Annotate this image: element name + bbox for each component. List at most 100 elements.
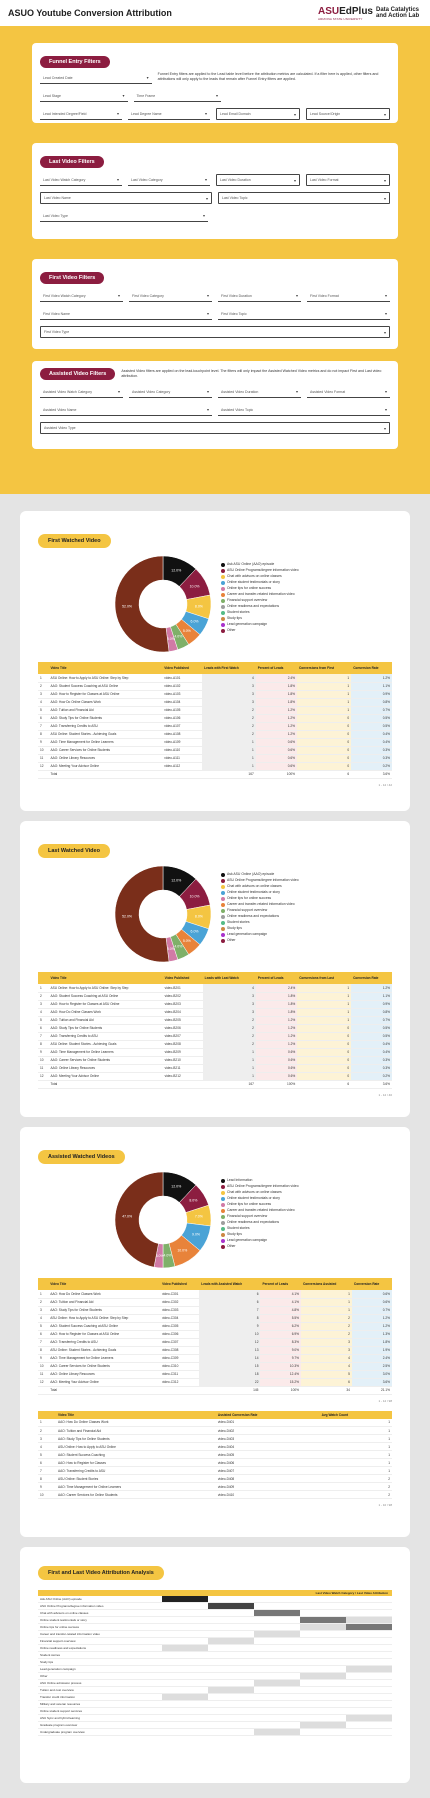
legend-item[interactable]: Career and transfer-related information …: [221, 1208, 317, 1213]
table-row[interactable]: 5 AAO: Tuition and Financial Aid video-A10…: [38, 706, 392, 715]
column-header[interactable]: Leads with First Watch: [202, 662, 256, 674]
matrix-row[interactable]: Graduate program overview: [38, 1721, 392, 1729]
last-video-duration-dropdown[interactable]: Last Video Duration ▾: [216, 174, 300, 186]
legend-item[interactable]: Online student testimonials or story: [221, 580, 317, 585]
table-row[interactable]: 10 AAO: Career Services for Online Studen…: [38, 1490, 392, 1499]
matrix-row[interactable]: Chat with advisors on online classes: [38, 1609, 392, 1617]
table-row[interactable]: 3 AAO: Study Tips for Online Students vide…: [38, 1434, 392, 1443]
table-row[interactable]: 1 AAO: How Do Online Classes Work video-C3…: [38, 1290, 392, 1299]
last-video-category-dropdown[interactable]: Last Video Category ▾: [128, 174, 210, 186]
legend-item[interactable]: Online readiness and expectations: [221, 604, 317, 609]
column-header[interactable]: Leads with Assisted Watch: [199, 1278, 261, 1290]
column-header[interactable]: Conversion Rate: [351, 972, 392, 984]
matrix-row[interactable]: Lead generation campaign: [38, 1665, 392, 1673]
legend-item[interactable]: Chat with advisors on online classes: [221, 1190, 317, 1195]
assisted-video-category-dropdown[interactable]: Assisted Video Category ▾: [129, 386, 212, 398]
table-row[interactable]: 2 AAO: Tuition and Financial Aid video-D40…: [38, 1426, 392, 1435]
table-pager[interactable]: 1 - 12 / 40: [38, 1093, 392, 1097]
table-row[interactable]: 7 AAO: Transferring Credits to ASU video-A…: [38, 722, 392, 731]
matrix-row[interactable]: Online readiness and expectations: [38, 1644, 392, 1652]
first-video-watch-category-dropdown[interactable]: First Video Watch Category ▾: [40, 290, 123, 302]
table-row[interactable]: 5 AAO: Tuition and Financial Aid video-B20…: [38, 1016, 392, 1025]
table-pager[interactable]: 1 - 12 / 42: [38, 783, 392, 787]
table-row[interactable]: 4 ASU Online: How to Apply to ASU Online:…: [38, 1314, 392, 1323]
assisted-video-format-dropdown[interactable]: Assisted Video Format ▾: [307, 386, 390, 398]
pie-slice[interactable]: [114, 1171, 164, 1268]
first-video-format-dropdown[interactable]: First Video Format ▾: [307, 290, 390, 302]
first-video-type-dropdown[interactable]: First Video Type ▾: [40, 326, 390, 338]
table-row[interactable]: 9 AAO: Time Management for Online Learner…: [38, 1482, 392, 1491]
legend-item[interactable]: Online student testimonials or story: [221, 890, 317, 895]
lead-degree-field-dropdown[interactable]: Lead Intended Degree/Field ▾: [40, 108, 122, 120]
table-row[interactable]: 8 ASU Online: Student Stories - Achieving…: [38, 1040, 392, 1049]
matrix-row[interactable]: ASU Online admission process: [38, 1679, 392, 1687]
table-row[interactable]: 5 AAO: Student Success Coaching at ASU On…: [38, 1322, 392, 1331]
lead-source-dropdown[interactable]: Lead Source/Origin ▾: [306, 108, 390, 120]
table-row[interactable]: 8 ASU Online: Student Stories - Achieving…: [38, 1346, 392, 1355]
table-row[interactable]: Total 167 100% 6 3.6%: [38, 770, 392, 779]
table-row[interactable]: 9 AAO: Time Management for Online Learner…: [38, 1048, 392, 1057]
matrix-row[interactable]: Online student support services: [38, 1707, 392, 1715]
matrix-row[interactable]: Financial support overview: [38, 1637, 392, 1645]
column-header[interactable]: Video Title: [55, 1410, 216, 1419]
column-header[interactable]: Video Title: [48, 662, 163, 674]
table-row[interactable]: 3 AAO: Study Tips for Online Students vide…: [38, 1306, 392, 1315]
last-video-watch-category-dropdown[interactable]: Last Video Watch Category ▾: [40, 174, 122, 186]
first-video-topic-dropdown[interactable]: First Video Topic ▾: [218, 308, 390, 320]
legend-item[interactable]: Online tips for online success: [221, 1202, 317, 1207]
column-header[interactable]: Video Published: [160, 1278, 200, 1290]
matrix-row[interactable]: Career and transfer-related information …: [38, 1630, 392, 1638]
table-row[interactable]: 12 AAO: Meeting Your Advisor Online video-…: [38, 1378, 392, 1387]
legend-item[interactable]: Online student testimonials or story: [221, 1196, 317, 1201]
table-row[interactable]: 7 AAO: Transferring Credits to ASU video-D…: [38, 1466, 392, 1475]
matrix-row[interactable]: ASU Online Programs/degree information v…: [38, 1602, 392, 1610]
legend-item[interactable]: Lead generation campaign: [221, 1238, 317, 1243]
last-video-format-dropdown[interactable]: Last Video Format ▾: [306, 174, 390, 186]
column-header[interactable]: Video Published: [162, 972, 203, 984]
table-row[interactable]: Total 167 100% 6 3.6%: [38, 1080, 392, 1089]
last-video-name-dropdown[interactable]: Last Video Name ▾: [40, 192, 212, 204]
table-row[interactable]: 1 ASU Online: How to Apply to ASU Online:…: [38, 984, 392, 993]
table-row[interactable]: 9 AAO: Time Management for Online Learner…: [38, 1354, 392, 1363]
first-video-name-dropdown[interactable]: First Video Name ▾: [40, 308, 212, 320]
legend-item[interactable]: Chat with advisors on online classes: [221, 884, 317, 889]
table-row[interactable]: 6 AAO: Study Tips for Online Students vide…: [38, 1024, 392, 1033]
matrix-row[interactable]: Other: [38, 1672, 392, 1680]
matrix-row[interactable]: Online tips for online success: [38, 1623, 392, 1631]
column-header[interactable]: Conversions from Last: [297, 972, 352, 984]
lead-created-date-field[interactable]: Lead Created Date ▾: [40, 72, 152, 84]
table-row[interactable]: 10 AAO: Career Services for Online Studen…: [38, 1056, 392, 1065]
table-row[interactable]: 7 AAO: Transferring Credits to ASU video-C…: [38, 1338, 392, 1347]
legend-item[interactable]: Ask ASU Online (AAO) episode: [221, 872, 317, 877]
legend-item[interactable]: Online readiness and expectations: [221, 1220, 317, 1225]
table-row[interactable]: 10 AAO: Career Services for Online Studen…: [38, 1362, 392, 1371]
column-header[interactable]: Percent of Leads: [260, 1278, 301, 1290]
table-row[interactable]: 12 AAO: Meeting Your Advisor Online video-…: [38, 762, 392, 771]
legend-item[interactable]: Financial support overview: [221, 598, 317, 603]
column-header[interactable]: Conversion Rate: [351, 1278, 392, 1290]
lead-degree-name-dropdown[interactable]: Lead Degree Name ▾: [128, 108, 210, 120]
table-row[interactable]: 8 ASU Online: Student Stories video-D408 2: [38, 1474, 392, 1483]
table-row[interactable]: 7 AAO: Transferring Credits to ASU video-B…: [38, 1032, 392, 1041]
column-header[interactable]: Video Title: [48, 1278, 161, 1290]
table-row[interactable]: 3 AAO: How to Register for Classes at ASU…: [38, 690, 392, 699]
table-row[interactable]: 5 AAO: Student Success Coaching video-D405…: [38, 1450, 392, 1459]
first-video-category-dropdown[interactable]: First Video Category ▾: [129, 290, 212, 302]
table-row[interactable]: 2 AAO: Tuition and Financial Aid video-C30…: [38, 1298, 392, 1307]
matrix-row[interactable]: ASU Sync and hybrid learning: [38, 1714, 392, 1722]
legend-item[interactable]: Student stories: [221, 610, 317, 615]
table-row[interactable]: 6 AAO: How to Register for Classes video-D…: [38, 1458, 392, 1467]
last-video-topic-dropdown[interactable]: Last Video Topic ▾: [218, 192, 390, 204]
table-pager[interactable]: 1 - 10 / 98: [38, 1503, 392, 1507]
table-row[interactable]: 12 AAO: Meeting Your Advisor Online video-…: [38, 1072, 392, 1081]
matrix-row[interactable]: Study tips: [38, 1658, 392, 1666]
legend-item[interactable]: ASU Online Programs/degree information v…: [221, 568, 317, 573]
table-row[interactable]: 6 AAO: Study Tips for Online Students vide…: [38, 714, 392, 723]
table-row[interactable]: 2 AAO: Student Success Coaching at ASU On…: [38, 682, 392, 691]
legend-item[interactable]: Study tips: [221, 1232, 317, 1237]
legend-item[interactable]: Ask ASU Online (AAO) episode: [221, 562, 317, 567]
lead-email-domain-dropdown[interactable]: Lead Email Domain ▾: [216, 108, 300, 120]
table-row[interactable]: 9 AAO: Time Management for Online Learner…: [38, 738, 392, 747]
legend-item[interactable]: Career and transfer-related information …: [221, 592, 317, 597]
legend-item[interactable]: Other: [221, 1244, 317, 1249]
